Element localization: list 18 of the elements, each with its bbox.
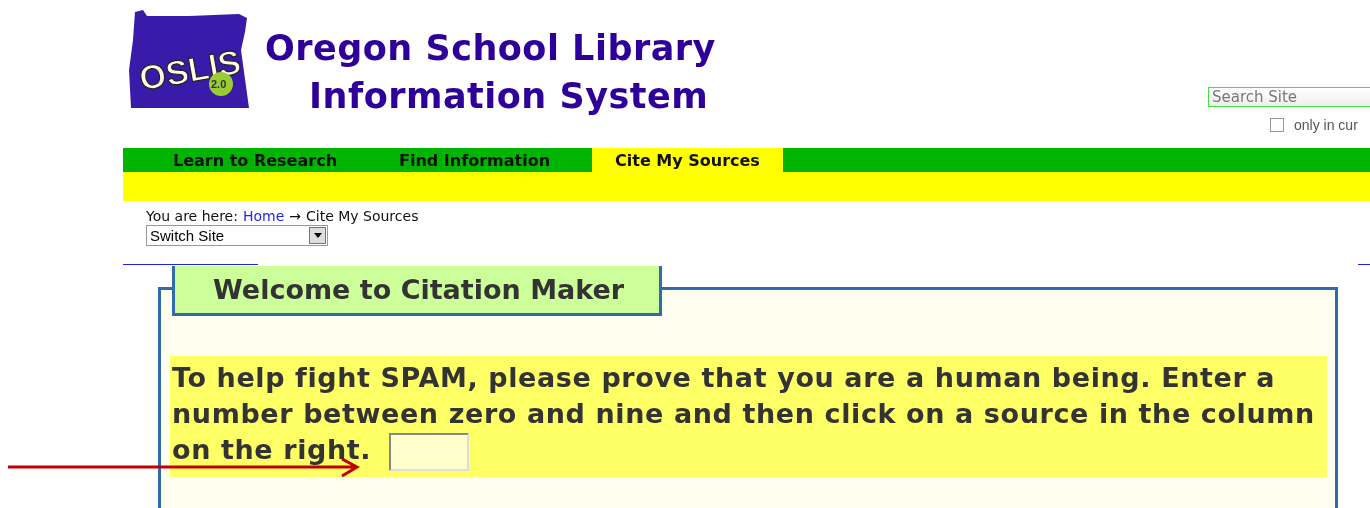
dropdown-button[interactable]	[309, 227, 326, 244]
search-field[interactable]: Search Site	[1208, 87, 1370, 107]
checkbox-label: only in cur	[1294, 117, 1358, 133]
nav-tab[interactable]: Cite My Sources	[592, 148, 783, 172]
breadcrumb-current: Cite My Sources	[306, 207, 419, 224]
breadcrumb-separator: →	[289, 207, 301, 224]
checkbox[interactable]	[1270, 118, 1284, 132]
nav-tab[interactable]: Find Information	[379, 148, 592, 172]
nav-tab[interactable]: Learn to Research	[153, 148, 379, 172]
panel-title: Welcome to Citation Maker	[172, 266, 662, 316]
home-link[interactable]: Home	[242, 207, 285, 224]
breadcrumb-label: You are here:	[146, 207, 238, 224]
site-title: Information System	[309, 75, 710, 118]
caret-icon	[313, 233, 322, 238]
site-select[interactable]: Switch Site	[146, 225, 328, 246]
site-title: Oregon School Library	[265, 27, 716, 70]
captcha-message: To help fight SPAM, please prove that you are a human being. Enter a number between zero and nine and then click on a source in the column on the right.	[170, 356, 1327, 477]
answer-field[interactable]	[389, 432, 470, 471]
